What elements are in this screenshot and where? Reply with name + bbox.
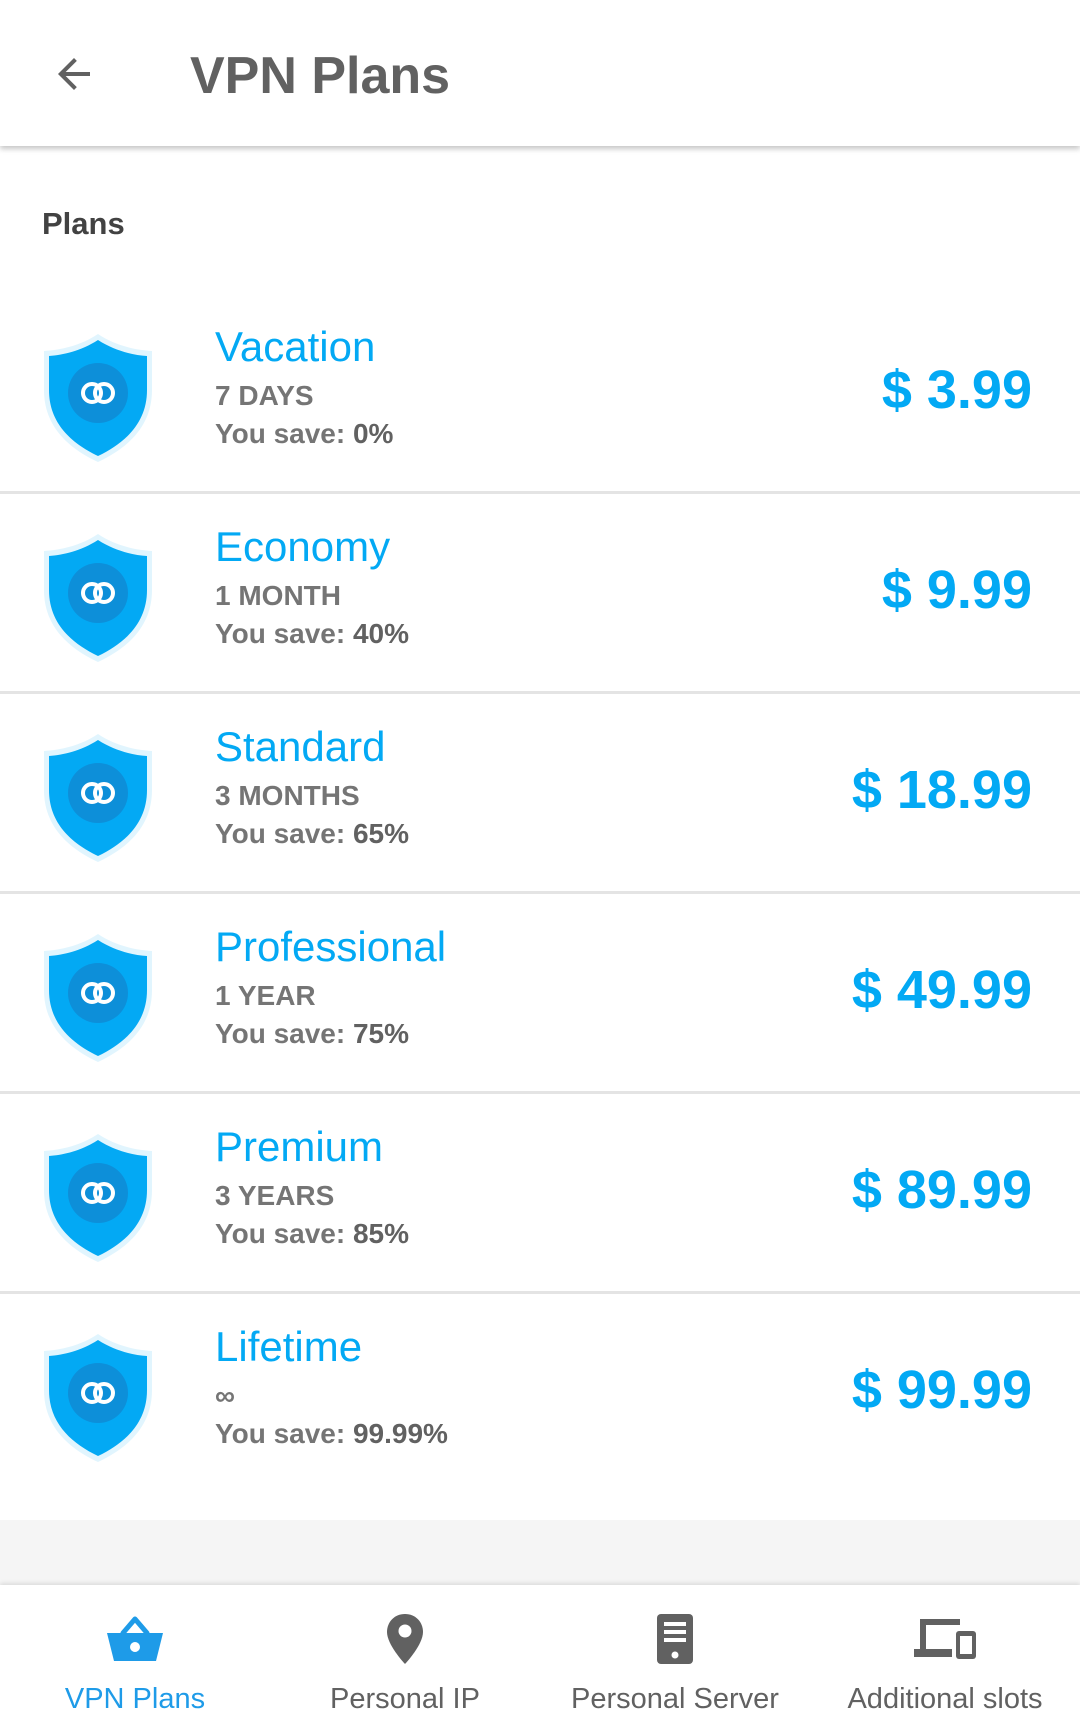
savings-label: You save: — [215, 418, 346, 449]
plans-content: Plans Vacation 7 DAYS You save: 0% $ 3.9… — [0, 146, 1080, 1520]
plan-name: Economy — [215, 523, 391, 570]
shield-icon — [44, 1334, 152, 1462]
plan-name: Professional — [215, 923, 447, 970]
savings-label: You save: — [215, 1418, 346, 1449]
section-label-plans: Plans — [42, 206, 125, 241]
plan-duration: ∞ — [215, 1380, 235, 1411]
savings-value: 65% — [352, 818, 410, 849]
plan-row-vacation[interactable]: Vacation 7 DAYS You save: 0% $ 3.99 — [0, 294, 1080, 494]
savings-label: You save: — [215, 1218, 346, 1249]
nav-item-personal-server[interactable]: Personal Server — [540, 1585, 810, 1731]
plan-row-economy[interactable]: Economy 1 MONTH You save: 40% $ 9.99 — [0, 494, 1080, 694]
shield-icon — [44, 334, 152, 462]
plan-name: Vacation — [215, 323, 376, 370]
nav-item-vpn-plans[interactable]: VPN Plans — [0, 1585, 270, 1731]
plan-savings: You save: 0% — [215, 416, 393, 452]
plan-row-premium[interactable]: Premium 3 YEARS You save: 85% $ 89.99 — [0, 1094, 1080, 1294]
plan-price: $ 18.99 — [851, 760, 1032, 820]
plan-savings: You save: 85% — [215, 1216, 409, 1252]
plan-duration: 7 DAYS — [215, 380, 314, 411]
savings-label: You save: — [215, 1018, 346, 1049]
plan-savings: You save: 40% — [215, 616, 409, 652]
plan-duration: 3 YEARS — [215, 1180, 335, 1211]
plan-price: $ 9.99 — [881, 560, 1032, 620]
plan-row-standard[interactable]: Standard 3 MONTHS You save: 65% $ 18.99 — [0, 694, 1080, 894]
shield-icon — [44, 934, 152, 1062]
savings-label: You save: — [215, 618, 346, 649]
savings-value: 85% — [352, 1218, 410, 1249]
page-title: VPN Plans — [190, 47, 451, 105]
plan-savings: You save: 75% — [215, 1016, 409, 1052]
savings-value: 75% — [352, 1018, 410, 1049]
plan-duration: 1 YEAR — [215, 980, 316, 1011]
plan-duration: 3 MONTHS — [215, 780, 360, 811]
nav-label: Personal Server — [571, 1683, 779, 1715]
plan-savings: You save: 99.99% — [215, 1416, 448, 1452]
arrow-back-icon — [58, 58, 90, 90]
plan-name: Standard — [215, 723, 386, 770]
bottom-navigation: VPN Plans Personal IP Personal Server Ad… — [0, 1585, 1080, 1731]
devices-icon — [914, 1619, 976, 1659]
plan-row-lifetime[interactable]: Lifetime ∞ You save: 99.99% $ 99.99 — [0, 1294, 1080, 1494]
plan-name: Lifetime — [215, 1323, 363, 1370]
savings-value: 40% — [352, 618, 410, 649]
plan-name: Premium — [215, 1123, 384, 1170]
plan-list: Vacation 7 DAYS You save: 0% $ 3.99 Econ… — [0, 294, 1080, 1494]
nav-item-additional-slots[interactable]: Additional slots — [810, 1585, 1080, 1731]
location-pin-icon — [387, 1614, 423, 1664]
savings-value: 0% — [352, 418, 394, 449]
plan-price: $ 99.99 — [851, 1360, 1032, 1420]
basket-icon — [107, 1616, 163, 1661]
shield-icon — [44, 1134, 152, 1262]
plan-duration: 1 MONTH — [215, 580, 341, 611]
server-icon — [657, 1614, 693, 1664]
nav-label: Additional slots — [847, 1683, 1043, 1715]
shield-icon — [44, 734, 152, 862]
savings-label: You save: — [215, 818, 346, 849]
nav-label: VPN Plans — [64, 1683, 206, 1715]
back-button[interactable] — [44, 44, 104, 104]
shield-icon — [44, 534, 152, 662]
plan-price: $ 49.99 — [851, 960, 1032, 1020]
savings-value: 99.99% — [352, 1418, 448, 1449]
plan-price: $ 3.99 — [881, 360, 1032, 420]
plan-savings: You save: 65% — [215, 816, 409, 852]
nav-label: Personal IP — [330, 1683, 480, 1715]
plan-row-professional[interactable]: Professional 1 YEAR You save: 75% $ 49.9… — [0, 894, 1080, 1094]
plan-price: $ 89.99 — [851, 1160, 1032, 1220]
nav-item-personal-ip[interactable]: Personal IP — [270, 1585, 540, 1731]
app-bar: VPN Plans — [0, 0, 1080, 146]
